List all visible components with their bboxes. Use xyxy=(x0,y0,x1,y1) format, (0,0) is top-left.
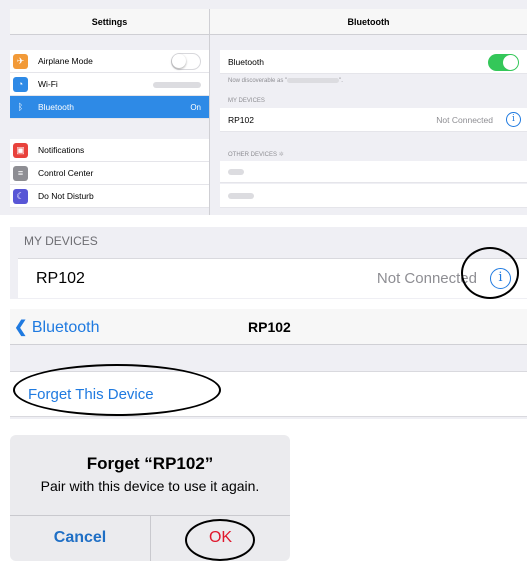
highlight-ellipse xyxy=(13,364,221,416)
wifi-network-redacted xyxy=(153,82,201,88)
sidebar-item-wifi[interactable]: ◔ Wi-Fi xyxy=(10,73,209,96)
back-label: Bluetooth xyxy=(31,319,100,336)
control-center-icon: ≡ xyxy=(13,166,28,181)
split-divider xyxy=(209,9,210,215)
back-button[interactable]: ❮ Bluetooth xyxy=(14,317,99,337)
sidebar-item-control-center[interactable]: ≡ Control Center xyxy=(10,162,209,185)
sidebar-item-label: Wi-Fi xyxy=(38,79,58,89)
bluetooth-label: Bluetooth xyxy=(228,57,264,67)
bluetooth-state: On xyxy=(190,103,201,112)
airplane-mode-toggle[interactable] xyxy=(171,53,201,70)
bluetooth-toggle-row[interactable]: Bluetooth xyxy=(220,50,527,74)
forget-alert-dialog: Forget “RP102” Pair with this device to … xyxy=(10,435,290,561)
discoverable-end: ". xyxy=(339,78,343,85)
sidebar-item-bluetooth[interactable]: ᛒ Bluetooth On xyxy=(10,96,209,119)
device-row-rp102[interactable]: RP102 Not Connected i xyxy=(220,108,527,132)
discoverable-note: Now discoverable as " ". xyxy=(228,78,343,84)
alert-message: Pair with this device to use it again. xyxy=(40,478,260,494)
sidebar-item-do-not-disturb[interactable]: ☾ Do Not Disturb xyxy=(10,185,209,208)
my-devices-closeup: MY DEVICES RP102 Not Connected i xyxy=(10,227,527,299)
sidebar-item-label: Control Center xyxy=(38,168,94,178)
other-devices-label: OTHER DEVICES xyxy=(228,152,278,158)
device-name: RP102 xyxy=(228,115,254,125)
highlight-circle xyxy=(461,247,519,299)
my-devices-header: MY DEVICES xyxy=(228,98,265,104)
sidebar-item-airplane-mode[interactable]: ✈ Airplane Mode xyxy=(10,50,209,73)
wifi-icon: ◔ xyxy=(13,77,28,92)
chevron-left-icon: ❮ xyxy=(14,319,28,336)
other-device-row[interactable] xyxy=(220,184,527,208)
sidebar-item-label: Notifications xyxy=(38,145,85,155)
other-device-name-redacted xyxy=(228,193,254,199)
sidebar-item-notifications[interactable]: ▣ Notifications xyxy=(10,139,209,162)
bluetooth-icon: ᛒ xyxy=(13,100,28,115)
spinner-icon: ✲ xyxy=(278,152,284,158)
device-name: RP102 xyxy=(36,270,85,287)
device-row-rp102[interactable]: RP102 Not Connected i xyxy=(18,258,527,298)
sidebar-item-label: Do Not Disturb xyxy=(38,191,94,201)
other-devices-header: OTHER DEVICES ✲ xyxy=(228,151,284,158)
notifications-icon: ▣ xyxy=(13,143,28,158)
device-name-redacted xyxy=(287,78,340,83)
alert-title: Forget “RP102” xyxy=(86,454,214,473)
instruction-screenshot: Settings Bluetooth ✈ Airplane Mode ◔ Wi-… xyxy=(0,0,527,561)
device-detail-closeup: ❮ Bluetooth RP102 Forget This Device xyxy=(10,309,527,419)
bluetooth-toggle[interactable] xyxy=(488,54,519,71)
other-device-name-redacted xyxy=(228,169,244,175)
page-title: RP102 xyxy=(248,319,291,335)
highlight-circle xyxy=(185,519,255,561)
section-header: MY DEVICES xyxy=(24,234,98,248)
other-device-row[interactable] xyxy=(220,161,527,183)
discoverable-text: Now discoverable as " xyxy=(228,78,288,85)
sidebar-item-label: Airplane Mode xyxy=(38,56,93,66)
airplane-icon: ✈ xyxy=(13,54,28,69)
info-icon[interactable]: i xyxy=(506,112,521,127)
cancel-button[interactable]: Cancel xyxy=(10,515,150,561)
device-status: Not Connected xyxy=(436,115,493,125)
bluetooth-header: Bluetooth xyxy=(210,9,527,35)
moon-icon: ☾ xyxy=(13,189,28,204)
settings-header: Settings xyxy=(10,9,209,35)
sidebar-item-label: Bluetooth xyxy=(38,102,74,112)
ipad-settings-panel: Settings Bluetooth ✈ Airplane Mode ◔ Wi-… xyxy=(0,0,527,215)
navigation-bar: ❮ Bluetooth RP102 xyxy=(10,309,527,345)
